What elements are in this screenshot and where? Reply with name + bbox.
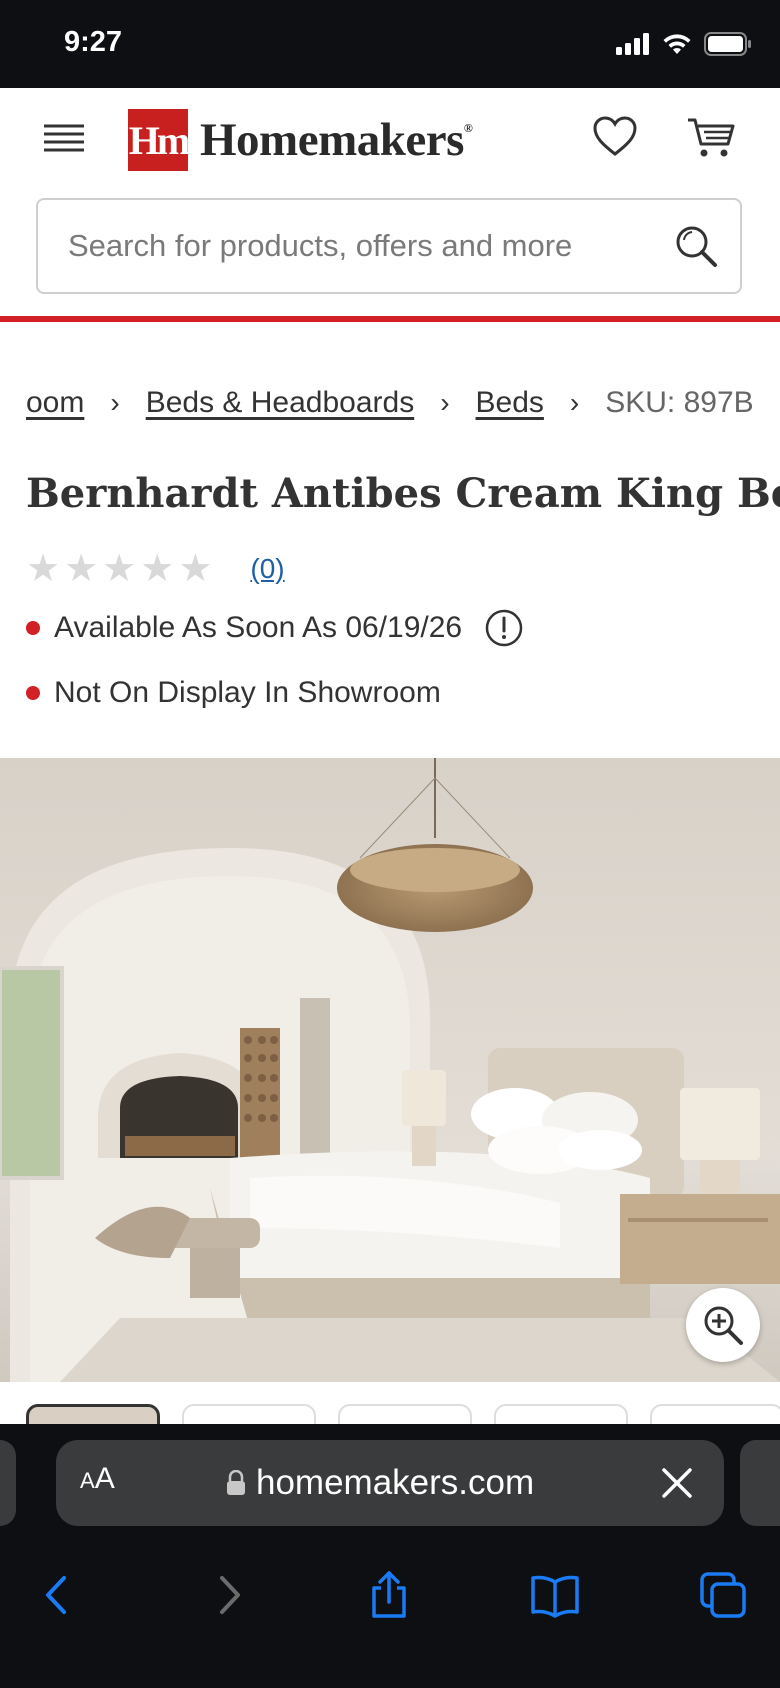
product-image[interactable] <box>0 758 780 1382</box>
chevron-right-icon <box>220 1576 240 1614</box>
star-icon: ★ <box>178 548 213 590</box>
breadcrumb-sku: SKU: 897B <box>605 386 754 419</box>
reader-options-button[interactable]: AA <box>80 1462 115 1496</box>
previous-tab-preview[interactable] <box>0 1440 16 1526</box>
product-title: Bernhardt Antibes Cream King Bed <box>26 470 780 517</box>
thumbnail-4[interactable] <box>494 1404 628 1424</box>
search-bar <box>36 198 742 294</box>
star-icon: ★ <box>26 548 61 590</box>
chevron-left-icon <box>46 1576 66 1614</box>
registered-mark: ® <box>463 121 473 135</box>
breadcrumb: oom › Beds & Headboards › Beds › SKU: 89… <box>26 378 780 428</box>
url-text: homemakers.com <box>256 1463 535 1502</box>
cart-button[interactable] <box>686 114 736 160</box>
clear-url-button[interactable] <box>658 1464 696 1502</box>
battery-icon <box>704 32 751 56</box>
forward-button[interactable] <box>204 1570 254 1620</box>
search-button[interactable] <box>672 222 720 270</box>
browser-nav-row <box>0 1554 780 1634</box>
status-dot <box>26 621 40 635</box>
chevron-right-icon: › <box>569 387 580 418</box>
chevron-right-icon: › <box>110 387 120 418</box>
info-icon[interactable] <box>484 608 524 648</box>
next-tab-preview[interactable] <box>740 1440 780 1526</box>
status-time: 9:27 <box>64 26 123 58</box>
review-count-link[interactable]: (0) <box>250 553 284 585</box>
zoom-image-button[interactable] <box>686 1288 760 1362</box>
thumbnail-2[interactable] <box>182 1404 316 1424</box>
url-display[interactable]: homemakers.com <box>226 1440 534 1526</box>
browser-toolbar: AA homemakers.com <box>0 1424 780 1688</box>
share-icon <box>372 1571 406 1618</box>
thumbnail-3[interactable] <box>338 1404 472 1424</box>
shopping-cart-icon <box>688 118 735 157</box>
tabs-icon <box>700 1572 746 1618</box>
star-icon: ★ <box>102 548 137 590</box>
star-rating: ★ ★ ★ ★ ★ <box>26 550 212 588</box>
showroom-text: Not On Display In Showroom <box>54 676 441 709</box>
logo-wordmark: Homemakers® <box>200 113 473 167</box>
showroom-status: Not On Display In Showroom <box>26 676 441 710</box>
zoom-in-icon <box>704 1306 743 1345</box>
web-page: Hm Homemakers® Search for products, offe… <box>0 88 780 1424</box>
status-dot <box>26 686 40 700</box>
aa-small-label: A <box>80 1468 95 1493</box>
status-icons <box>616 32 752 56</box>
chevron-right-icon: › <box>440 387 450 418</box>
product-rating: ★ ★ ★ ★ ★ (0) <box>26 550 285 588</box>
close-icon <box>662 1468 692 1498</box>
site-header: Hm Homemakers® <box>0 88 780 188</box>
hamburger-menu-button[interactable] <box>40 114 88 162</box>
bedroom-photo <box>0 758 780 1382</box>
bookmarks-button[interactable] <box>530 1570 580 1620</box>
thumbnail-5[interactable] <box>650 1404 780 1424</box>
back-button[interactable] <box>34 1570 84 1620</box>
breadcrumb-link-beds[interactable]: Beds <box>476 386 544 420</box>
tabs-button[interactable] <box>698 1570 748 1620</box>
logo-mark: Hm <box>128 109 190 171</box>
star-icon: ★ <box>64 548 99 590</box>
wishlist-button[interactable] <box>592 114 638 160</box>
hamburger-icon <box>44 124 84 152</box>
wifi-icon <box>663 34 691 54</box>
search-input[interactable] <box>68 200 668 292</box>
star-icon: ★ <box>140 548 175 590</box>
availability-text: Available As Soon As 06/19/26 <box>54 611 463 644</box>
lock-icon <box>227 1470 245 1495</box>
header-divider <box>0 316 780 322</box>
book-icon <box>531 1575 579 1618</box>
address-bar[interactable]: AA homemakers.com <box>56 1440 724 1526</box>
status-bar: 9:27 <box>0 0 780 88</box>
cellular-signal-icon <box>616 33 649 55</box>
share-button[interactable] <box>364 1570 414 1620</box>
breadcrumb-link-room[interactable]: oom <box>26 386 84 420</box>
logo-text: Homemakers <box>200 114 464 166</box>
homemakers-logo[interactable]: Hm Homemakers® <box>128 109 473 171</box>
heart-icon <box>593 116 637 156</box>
breadcrumb-link-beds-headboards[interactable]: Beds & Headboards <box>146 386 415 420</box>
availability-status: Available As Soon As 06/19/26 <box>26 608 524 648</box>
thumbnail-strip <box>26 1404 780 1424</box>
thumbnail-1[interactable] <box>26 1404 160 1424</box>
aa-label: A <box>94 1462 115 1495</box>
search-icon <box>676 226 717 267</box>
